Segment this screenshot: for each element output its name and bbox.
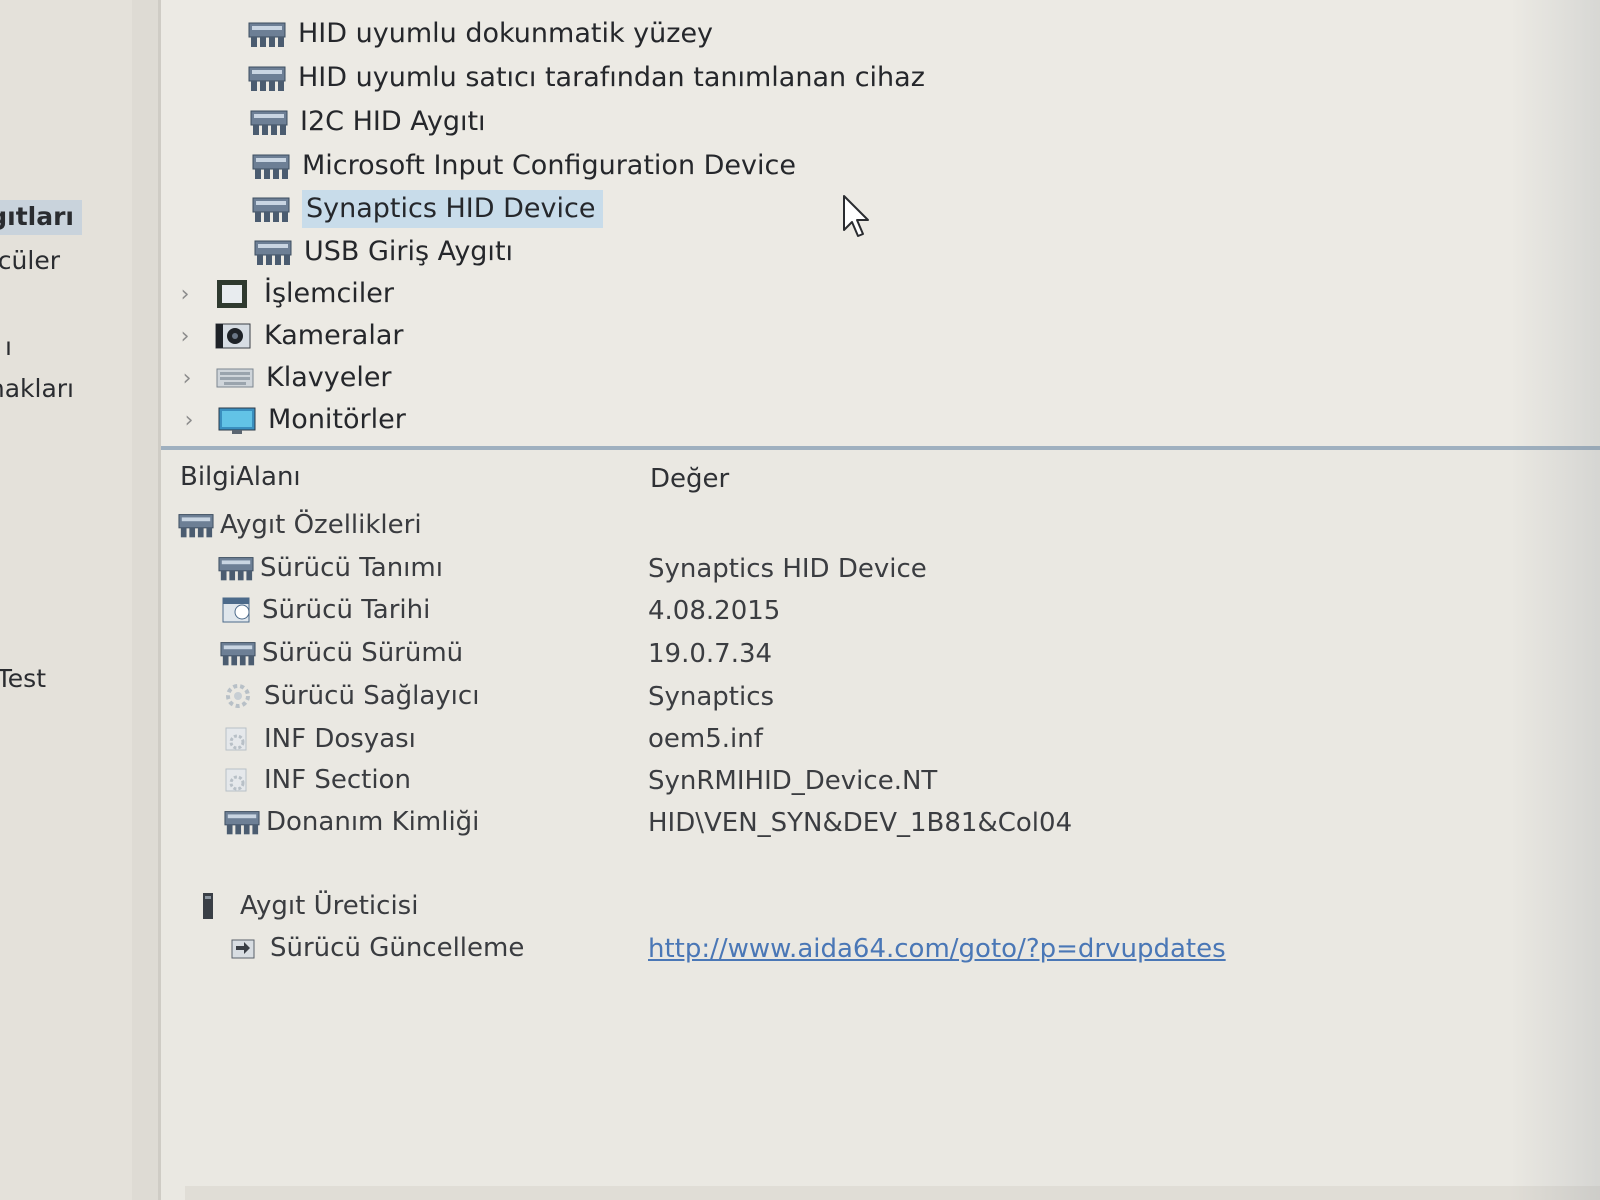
property-row[interactable]: INF Section <box>222 760 411 800</box>
property-name: Donanım Kimliği <box>266 807 480 837</box>
mouse-cursor-icon <box>843 195 869 237</box>
property-name: Sürücü Sağlayıcı <box>264 681 480 711</box>
update-icon <box>228 934 264 962</box>
tree-item-label: HID uyumlu dokunmatik yüzey <box>298 18 714 49</box>
property-name: INF Dosyası <box>264 724 416 754</box>
section-title: Aygıt Üreticisi <box>240 891 419 921</box>
tree-item-hid-touchpad[interactable]: HID uyumlu dokunmatik yüzey <box>248 14 713 54</box>
section-device-properties: Aygıt Özellikleri <box>178 505 422 545</box>
hid-device-icon <box>218 554 254 582</box>
property-value: HID\VEN_SYN&DEV_1B81&Col04 <box>648 808 1073 838</box>
tree-category-monitors[interactable]: › Monitörler <box>178 400 406 440</box>
tree-category-processors[interactable]: › İşlemciler <box>174 274 394 314</box>
chevron-right-icon[interactable]: › <box>178 408 200 433</box>
tree-category-cameras[interactable]: › Kameralar <box>174 316 404 356</box>
processor-icon <box>214 279 252 309</box>
monitor-icon <box>218 405 256 435</box>
property-value: 4.08.2015 <box>648 596 781 626</box>
tree-item-label: USB Giriş Aygıtı <box>304 236 514 267</box>
property-row[interactable]: Sürücü Sürümü <box>220 633 463 673</box>
property-row[interactable]: Donanım Kimliği <box>224 802 479 842</box>
hid-device-icon <box>250 108 288 136</box>
tree-item-label: Kameralar <box>264 320 404 351</box>
property-row[interactable]: INF Dosyası <box>222 719 416 759</box>
property-value: 19.0.7.34 <box>648 639 773 669</box>
driver-update-link[interactable]: http://www.aida64.com/goto/?p=drvupdates <box>648 934 1226 964</box>
property-row[interactable]: Sürücü Tanımı <box>218 548 443 588</box>
hid-device-icon <box>220 639 256 667</box>
chevron-right-icon[interactable]: › <box>174 324 196 349</box>
file-gear-icon <box>222 725 258 753</box>
property-name: Sürücü Sürümü <box>262 638 464 668</box>
gear-icon <box>222 682 258 710</box>
property-name: INF Section <box>264 765 411 795</box>
tree-item-hid-vendor-device[interactable]: HID uyumlu satıcı tarafından tanımlanan … <box>248 58 925 98</box>
property-value: Synaptics HID Device <box>648 554 927 584</box>
property-value: Synaptics <box>648 682 775 712</box>
hid-device-icon <box>248 20 286 48</box>
property-value: oem5.inf <box>648 724 763 754</box>
tree-item-label: Microsoft Input Configuration Device <box>302 150 796 181</box>
tree-item-label: Synaptics HID Device <box>302 190 604 228</box>
hid-device-icon <box>254 238 292 266</box>
calendar-icon <box>220 596 256 624</box>
tree-item-microsoft-input-config[interactable]: Microsoft Input Configuration Device <box>252 146 796 186</box>
property-value: SynRMIHID_Device.NT <box>648 766 938 796</box>
tree-item-i2c-hid[interactable]: I2C HID Aygıtı <box>250 102 486 142</box>
nav-item-test[interactable]: Test <box>0 664 46 693</box>
chevron-right-icon[interactable]: › <box>176 366 198 391</box>
column-header-field[interactable]: BilgiAlanı <box>180 462 301 492</box>
tree-item-label: I2C HID Aygıtı <box>300 106 486 137</box>
column-header-value[interactable]: Değer <box>650 464 729 494</box>
keyboard-icon <box>216 363 254 393</box>
camera-icon <box>214 321 252 351</box>
section-title: Aygıt Özellikleri <box>220 510 422 540</box>
nav-item-processors[interactable]: cüler <box>0 246 60 275</box>
property-row[interactable]: Sürücü Sağlayıcı <box>222 676 479 716</box>
tree-item-label: Monitörler <box>268 404 406 435</box>
window-bottom-edge <box>185 1186 1600 1200</box>
property-name: Sürücü Tanımı <box>260 553 443 583</box>
tree-item-usb-input[interactable]: USB Giriş Aygıtı <box>254 232 513 272</box>
tree-category-keyboards[interactable]: › Klavyeler <box>176 358 392 398</box>
hid-device-icon <box>252 152 290 180</box>
chevron-right-icon[interactable]: › <box>174 282 196 307</box>
hid-device-icon <box>248 64 286 92</box>
tree-item-synaptics-hid[interactable]: Synaptics HID Device <box>252 189 604 229</box>
property-row-driver-update[interactable]: Sürücü Güncelleme <box>228 928 524 968</box>
tree-item-label: İşlemciler <box>264 278 395 309</box>
property-row[interactable]: Sürücü Tarihi <box>220 590 430 630</box>
nav-item-3[interactable]: ı <box>5 332 12 361</box>
tree-item-label: HID uyumlu satıcı tarafından tanımlanan … <box>298 62 925 93</box>
hid-device-icon <box>252 195 290 223</box>
property-name: Sürücü Güncelleme <box>270 933 525 963</box>
nav-item-4[interactable]: nakları <box>0 374 74 403</box>
device-tower-icon <box>198 892 234 920</box>
hid-device-icon <box>224 808 260 836</box>
screen-vignette <box>1510 0 1600 1200</box>
tree-item-label: Klavyeler <box>266 362 392 393</box>
pane-splitter[interactable] <box>132 0 160 1200</box>
nav-item-devices[interactable]: gıtları <box>0 200 82 235</box>
hid-device-icon <box>178 511 214 539</box>
section-manufacturer: Aygıt Üreticisi <box>198 886 418 926</box>
file-gear-icon <box>222 766 258 794</box>
property-name: Sürücü Tarihi <box>262 595 431 625</box>
left-nav-pane: gıtları cüler ı nakları Test <box>0 0 132 1200</box>
